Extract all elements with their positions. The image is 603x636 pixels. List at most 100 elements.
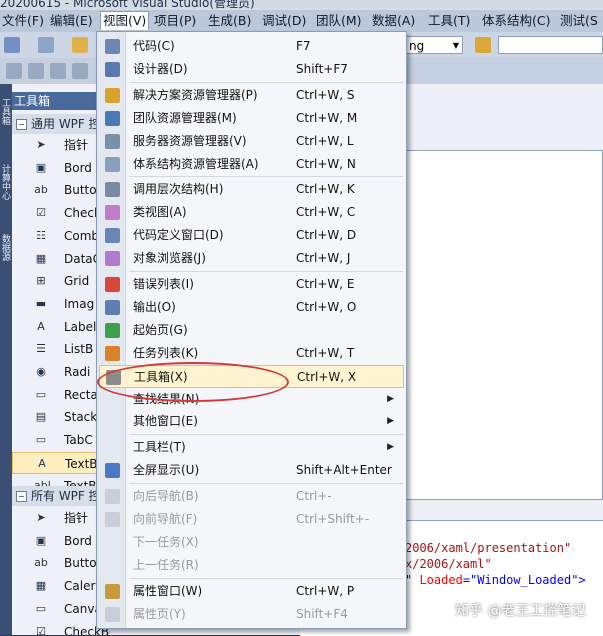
menu-item-shortcut: Ctrl+W, J xyxy=(296,251,351,266)
button-icon: ab xyxy=(34,183,48,197)
menu-item-label: 输出(O) xyxy=(133,299,176,314)
menu-item-9[interactable]: 体系结构(C) xyxy=(480,12,552,30)
grid-icon: ⊞ xyxy=(36,274,46,288)
view-menu-item[interactable]: 代码(C) F7 xyxy=(99,35,404,58)
view-menu-item[interactable]: 对象浏览器(J) Ctrl+W, J xyxy=(99,247,404,270)
open-file-icon[interactable] xyxy=(72,37,88,53)
align-icon[interactable] xyxy=(6,63,22,79)
border-icon: ▣ xyxy=(35,533,47,547)
font-icon[interactable] xyxy=(72,63,88,79)
object-browser-icon xyxy=(105,251,120,267)
call-hierarchy-icon xyxy=(105,182,120,198)
view-menu-item[interactable]: 类视图(A) Ctrl+W, C xyxy=(99,201,404,224)
view-menu-item[interactable]: 属性窗口(W) Ctrl+W, P xyxy=(99,580,404,603)
collapse-icon[interactable]: − xyxy=(16,491,27,502)
view-menu-item[interactable]: 全屏显示(U) Shift+Alt+Enter xyxy=(99,459,404,482)
menu-item-label: 错误列表(I) xyxy=(133,277,194,291)
toolbox-item-label: Grid xyxy=(64,274,90,289)
menu-item-shortcut: Ctrl+W, K xyxy=(296,182,355,197)
toolbox-item-label: Stack xyxy=(64,410,98,425)
view-menu-item: 向后导航(B) Ctrl+- xyxy=(99,485,404,508)
view-menu-item[interactable]: 输出(O) Ctrl+W, O xyxy=(99,296,404,319)
menu-item-4[interactable]: 生成(B) xyxy=(206,12,253,30)
radiobutton-icon: ◉ xyxy=(36,365,46,378)
pointer-tool-icon[interactable] xyxy=(50,63,66,79)
menu-item-label: 服务器资源管理器(V) xyxy=(133,133,247,148)
navigate-back-icon xyxy=(105,489,120,505)
pointer-icon: ➤ xyxy=(36,511,46,524)
menu-item-7[interactable]: 数据(A) xyxy=(370,12,417,30)
menu-item-6[interactable]: 团队(M) xyxy=(314,12,364,30)
toolbox-item-label: TextB xyxy=(65,456,98,471)
menu-item-label: 属性窗口(W) xyxy=(133,583,203,598)
view-menu-item[interactable]: 团队资源管理器(M) Ctrl+W, M xyxy=(99,107,404,130)
view-menu-item[interactable]: 体系结构资源管理器(A) Ctrl+W, N xyxy=(99,153,404,176)
menu-item-label: 其他窗口(E) xyxy=(133,414,198,429)
tabcontrol-icon: ▭ xyxy=(35,433,47,447)
menu-item-shortcut: Ctrl+W, M xyxy=(296,110,358,125)
menu-item-shortcut: F7 xyxy=(296,39,311,53)
view-menu-item: 向前导航(F) Ctrl+Shift+- xyxy=(99,508,404,531)
view-menu-item[interactable]: 起始页(G) xyxy=(99,319,404,342)
view-menu-item[interactable]: 代码定义窗口(D) Ctrl+W, D xyxy=(99,224,404,247)
solution-config-combo[interactable]: ng ▼ xyxy=(405,36,463,54)
menu-item-label: 代码定义窗口(D) xyxy=(133,228,224,243)
side-tab-data-sources[interactable]: 数据源 xyxy=(0,234,12,261)
menu-item-shortcut: Ctrl+Shift+- xyxy=(296,512,370,526)
menu-item-shortcut: Ctrl+- xyxy=(296,489,332,504)
side-tab-compute-center[interactable]: 计算中心 xyxy=(0,164,12,200)
view-menu-item[interactable]: 工具栏(T) ▶ xyxy=(99,436,404,459)
toolbox-item-label: Comb xyxy=(64,228,100,243)
view-menu-item[interactable]: 设计器(D) Shift+F7 xyxy=(99,58,404,81)
calendar-icon: ▦ xyxy=(35,579,47,593)
view-menu-item[interactable]: 调用层次结构(H) Ctrl+W, K xyxy=(99,178,404,201)
menu-item-shortcut: Shift+F4 xyxy=(296,606,348,621)
view-menu-item[interactable]: 任务列表(K) Ctrl+W, T xyxy=(99,342,404,365)
property-pages-icon xyxy=(105,606,120,622)
menu-separator xyxy=(129,176,403,178)
menu-item-3[interactable]: 项目(P) xyxy=(152,12,198,30)
add-item-icon[interactable] xyxy=(38,37,54,53)
menu-item-shortcut: Shift+Alt+Enter xyxy=(296,463,392,478)
watermark: 知乎 @老王工控笔记 xyxy=(455,603,586,619)
side-tab-toolbox[interactable]: 工具箱 xyxy=(0,98,12,125)
solution-explorer-icon xyxy=(105,87,120,103)
class-view-icon xyxy=(105,205,120,221)
menu-view[interactable]: 视图(V) xyxy=(100,11,150,30)
menu-item-label: 属性页(Y) xyxy=(133,606,186,621)
view-menu-item[interactable]: 解决方案资源管理器(P) Ctrl+W, S xyxy=(99,84,404,107)
task-list-icon xyxy=(105,345,120,361)
toolbox-item-label: Label xyxy=(64,319,97,334)
menu-separator xyxy=(129,81,403,83)
view-menu-item[interactable]: 服务器资源管理器(V) Ctrl+W, L xyxy=(99,130,404,153)
view-menu-item[interactable]: 错误列表(I) Ctrl+W, E xyxy=(99,273,404,296)
menu-item-shortcut: Ctrl+W, X xyxy=(297,369,357,384)
category-label: 所有 WPF 控 xyxy=(31,489,101,503)
menu-item-5[interactable]: 调试(D) xyxy=(260,12,308,30)
menu-item-0[interactable]: 文件(F) xyxy=(0,12,46,30)
view-menu-item[interactable]: 其他窗口(E) ▶ xyxy=(99,410,404,433)
new-project-icon[interactable] xyxy=(4,37,20,53)
menu-item-label: 向前导航(F) xyxy=(133,512,198,526)
find-combo[interactable] xyxy=(498,36,603,54)
toolbox-item-label: Imag xyxy=(64,296,95,311)
solution-config-value: ng xyxy=(409,39,425,53)
category-label: 通用 WPF 控 xyxy=(31,117,101,131)
menu-item-10[interactable]: 测试(S xyxy=(558,12,600,30)
menu-separator xyxy=(129,577,403,579)
code-definition-icon xyxy=(105,228,120,244)
view-menu-dropdown: 代码(C) F7 设计器(D) Shift+F7 解决方案资源管理器(P) Ctrl+W,… xyxy=(96,31,407,629)
canvas-icon: ▭ xyxy=(35,601,47,615)
size-icon[interactable] xyxy=(28,63,44,79)
toolbox-item-label: Radi xyxy=(64,365,91,379)
menu-item-label: 代码(C) xyxy=(133,39,175,53)
toolbox-item-label: 指针 xyxy=(64,511,89,525)
collapse-icon[interactable]: − xyxy=(16,119,27,130)
menu-item-8[interactable]: 工具(T) xyxy=(426,12,472,30)
submenu-arrow-icon: ▶ xyxy=(387,442,394,453)
menu-item-label: 全屏显示(U) xyxy=(133,463,200,478)
menu-item-1[interactable]: 编辑(E) xyxy=(48,12,95,30)
start-page-icon xyxy=(105,322,120,338)
find-in-files-icon[interactable] xyxy=(475,37,491,53)
pointer-icon: ➤ xyxy=(36,138,46,151)
